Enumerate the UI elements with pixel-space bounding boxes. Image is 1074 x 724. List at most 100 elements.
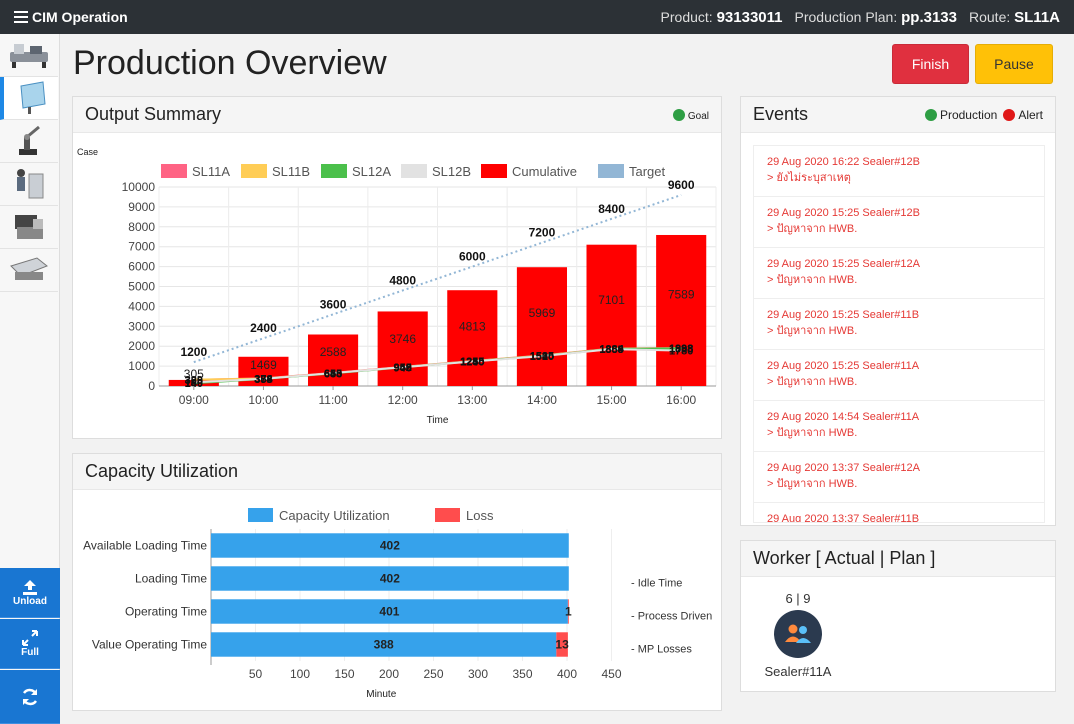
- worker-ratio: 6 | 9: [785, 591, 811, 606]
- event-detail: > ปัญหาจาก HWB.: [767, 478, 858, 490]
- x-tick-label: 13:00: [457, 393, 487, 407]
- legend-swatch: [241, 164, 267, 178]
- event-detail: > ปัญหาจาก HWB.: [767, 274, 858, 286]
- event-item[interactable]: 29 Aug 2020 14:54 Sealer#11A > ปัญหาจาก H…: [754, 401, 1044, 452]
- event-item[interactable]: 29 Aug 2020 13:37 Sealer#11B: [754, 503, 1044, 522]
- events-header: Events Production Alert: [741, 97, 1055, 133]
- line-value-label: 358: [254, 374, 272, 386]
- target-value-label: 7200: [529, 226, 556, 240]
- event-item[interactable]: 29 Aug 2020 13:37 Sealer#12A > ปัญหาจาก H…: [754, 452, 1044, 503]
- bar-value-label: 13: [555, 638, 569, 652]
- event-time: 29 Aug 2020 14:54 Sealer#11A: [767, 411, 920, 423]
- goal-dot: [672, 109, 685, 122]
- sidebar-item-robot[interactable]: [0, 120, 58, 163]
- event-time: 29 Aug 2020 16:22 Sealer#12B: [767, 156, 920, 168]
- legend-label: Target: [629, 164, 666, 179]
- cumulative-value-label: 7101: [598, 293, 625, 307]
- output-summary-title: Output Summary: [85, 104, 222, 124]
- x-axis-label: Time: [427, 415, 449, 426]
- x-tick-label: 15:00: [597, 393, 627, 407]
- category-label: Available Loading Time: [83, 539, 207, 553]
- sidebar: Unload Full: [0, 34, 60, 724]
- x-tick-label: 100: [290, 667, 310, 681]
- x-tick-label: 50: [249, 667, 263, 681]
- category-label: Value Operating Time: [92, 638, 207, 652]
- sidebar-item-conveyor[interactable]: [0, 249, 58, 292]
- legend-label: SL12B: [432, 164, 471, 179]
- refresh-button[interactable]: [0, 670, 60, 724]
- cumulative-bar: [377, 311, 428, 386]
- event-item[interactable]: 29 Aug 2020 15:25 Sealer#11B > ปัญหาจาก H…: [754, 299, 1044, 350]
- y-tick-label: 3000: [128, 319, 155, 333]
- event-item[interactable]: 29 Aug 2020 15:25 Sealer#11A > ปัญหาจาก H…: [754, 350, 1044, 401]
- event-time: 29 Aug 2020 15:25 Sealer#12B: [767, 207, 920, 219]
- event-detail: > ยังไม่ระบุสาเหตุ: [767, 172, 851, 184]
- legend-swatch: [401, 164, 427, 178]
- sidebar-item-line-overview[interactable]: [0, 34, 58, 77]
- unload-button[interactable]: Unload: [0, 568, 60, 618]
- page-title: Production Overview: [73, 44, 387, 82]
- worker-station-name: Sealer#11A: [764, 664, 832, 679]
- cumulative-value-label: 5969: [529, 306, 556, 320]
- x-tick-label: 150: [334, 667, 354, 681]
- x-tick-label: 400: [557, 667, 577, 681]
- finish-button[interactable]: Finish: [892, 44, 969, 84]
- plan-label: Production Plan:: [794, 8, 898, 25]
- pause-button[interactable]: Pause: [975, 44, 1053, 84]
- event-item[interactable]: 29 Aug 2020 15:25 Sealer#12A > ปัญหาจาก H…: [754, 248, 1044, 299]
- route-value: SL11A: [1014, 8, 1060, 26]
- cumulative-value-label: 4813: [459, 319, 486, 333]
- event-detail: > ปัญหาจาก HWB.: [767, 376, 858, 388]
- output-summary-chart: Case SL11A SL11B SL12A SL12B Cumulative Target…: [77, 147, 717, 426]
- events-title: Events: [753, 104, 809, 124]
- line-value-label: 1855: [599, 344, 623, 356]
- bar-value-label: 388: [374, 638, 394, 652]
- event-time: 29 Aug 2020 13:37 Sealer#12A: [767, 462, 920, 474]
- x-tick-label: 450: [601, 667, 621, 681]
- target-value-label: 4800: [389, 273, 416, 287]
- sidebar-item-machines[interactable]: [0, 206, 58, 249]
- capacity-utilization-chart: Capacity Utilization Loss 50 100 150 200 250 30…: [83, 508, 712, 700]
- cumulative-value-label: 3746: [389, 332, 416, 346]
- legend-swatch: [321, 164, 347, 178]
- line-value-label: 650: [324, 368, 342, 380]
- loss-annotation: - Idle Time: [631, 578, 682, 590]
- events-list[interactable]: 29 Aug 2020 16:22 Sealer#12B > ยังไม่ระบุ…: [753, 145, 1045, 523]
- y-tick-label: 0: [148, 379, 155, 393]
- production-line-icon: [10, 44, 48, 68]
- line-value-label: 1500: [530, 351, 554, 363]
- event-time: 29 Aug 2020 15:25 Sealer#12A: [767, 258, 920, 270]
- y-tick-label: 8000: [128, 220, 155, 234]
- y-tick-label: 2000: [128, 339, 155, 353]
- x-tick-label: 300: [468, 667, 488, 681]
- legend-label: Loss: [466, 508, 494, 523]
- events-legend: Production Alert: [924, 108, 1043, 122]
- x-tick-label: 09:00: [179, 393, 209, 407]
- alert-dot: [1003, 109, 1016, 122]
- event-item[interactable]: 29 Aug 2020 15:25 Sealer#12B > ปัญหาจาก H…: [754, 197, 1044, 248]
- avatar: [774, 610, 822, 658]
- worker-card: Worker [ Actual | Plan ] 6 | 9 Sealer#11…: [740, 540, 1056, 692]
- worker-title: Worker [ Actual | Plan ]: [753, 548, 936, 568]
- plan-value: pp.3133: [901, 8, 957, 26]
- legend-swatch: [435, 508, 460, 522]
- worker-station[interactable]: 6 | 9 Sealer#11A: [758, 591, 838, 679]
- x-tick-label: 16:00: [666, 393, 696, 407]
- legend-label: SL11B: [272, 164, 310, 179]
- sidebar-item-dashboard[interactable]: [0, 77, 58, 120]
- operator-machine-icon: [17, 169, 44, 199]
- x-tick-label: 11:00: [318, 393, 347, 407]
- app-brand[interactable]: CIM Operation: [14, 9, 128, 25]
- event-detail: > ปัญหาจาก HWB.: [767, 223, 858, 235]
- hamburger-icon[interactable]: [14, 11, 28, 23]
- monitor-screen-icon: [20, 81, 46, 114]
- sidebar-item-workers[interactable]: [0, 163, 58, 206]
- capacity-utilization-card: Capacity Utilization Capacity Utilizatio…: [72, 453, 722, 711]
- full-screen-button[interactable]: Full: [0, 619, 60, 669]
- cumulative-value-label: 1469: [250, 358, 277, 372]
- output-summary-card: Output Summary Goal Case SL11A SL11B SL12A S…: [72, 96, 722, 439]
- y-tick-label: 9000: [128, 200, 155, 214]
- event-item[interactable]: 29 Aug 2020 16:22 Sealer#12B > ยังไม่ระบุ…: [754, 146, 1044, 197]
- capacity-title: Capacity Utilization: [85, 461, 239, 481]
- goal-legend: Goal: [672, 108, 709, 122]
